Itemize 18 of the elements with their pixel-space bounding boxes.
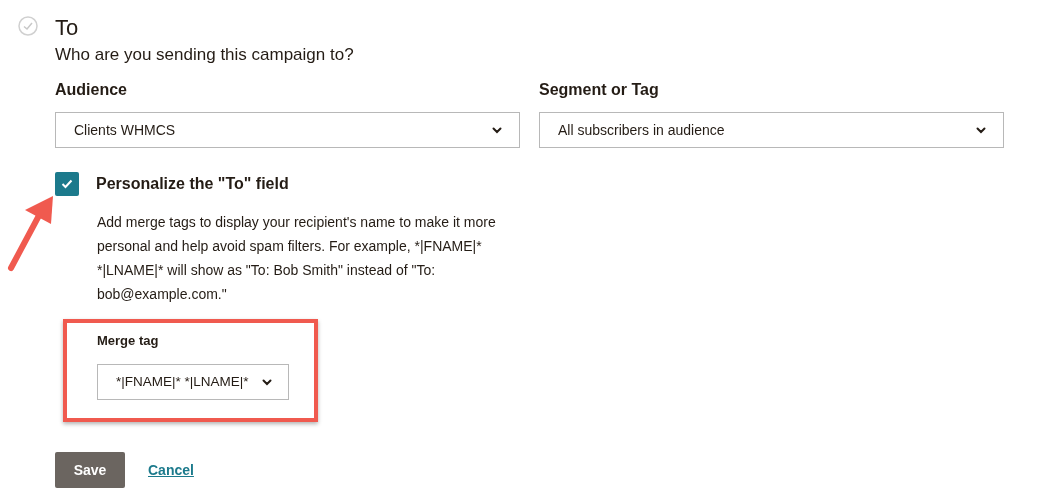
segment-dropdown[interactable]: All subscribers in audience bbox=[539, 112, 1004, 148]
cancel-link[interactable]: Cancel bbox=[148, 459, 194, 481]
check-icon bbox=[61, 179, 73, 189]
field-label: Merge tag bbox=[97, 332, 160, 350]
checkbox-label: Personalize the "To" field bbox=[96, 174, 289, 194]
description-text: Add merge tags to display your recipient's name to make it more personal and help avoid spam filters. For example, *|FNAME|* *|LNAME|* will show as "To: Bob Smith" instead of "To: bob@example.com." bbox=[97, 213, 497, 304]
section-subtitle: Who are you sending this campaign to? bbox=[55, 44, 355, 66]
chevron-down-icon bbox=[976, 126, 986, 134]
chevron-down-icon bbox=[492, 126, 502, 134]
save-button[interactable]: Save bbox=[55, 452, 125, 488]
checkbox[interactable] bbox=[55, 172, 79, 196]
audience-dropdown[interactable]: Clients WHMCS bbox=[55, 112, 520, 148]
merge-tag-dropdown[interactable]: *|FNAME|* *|LNAME|* bbox=[97, 364, 289, 400]
check-circle-icon bbox=[18, 16, 38, 36]
section-title: To bbox=[55, 14, 80, 42]
chevron-down-icon bbox=[262, 378, 272, 386]
field-label: Audience bbox=[55, 80, 128, 100]
field-label: Segment or Tag bbox=[539, 80, 660, 100]
